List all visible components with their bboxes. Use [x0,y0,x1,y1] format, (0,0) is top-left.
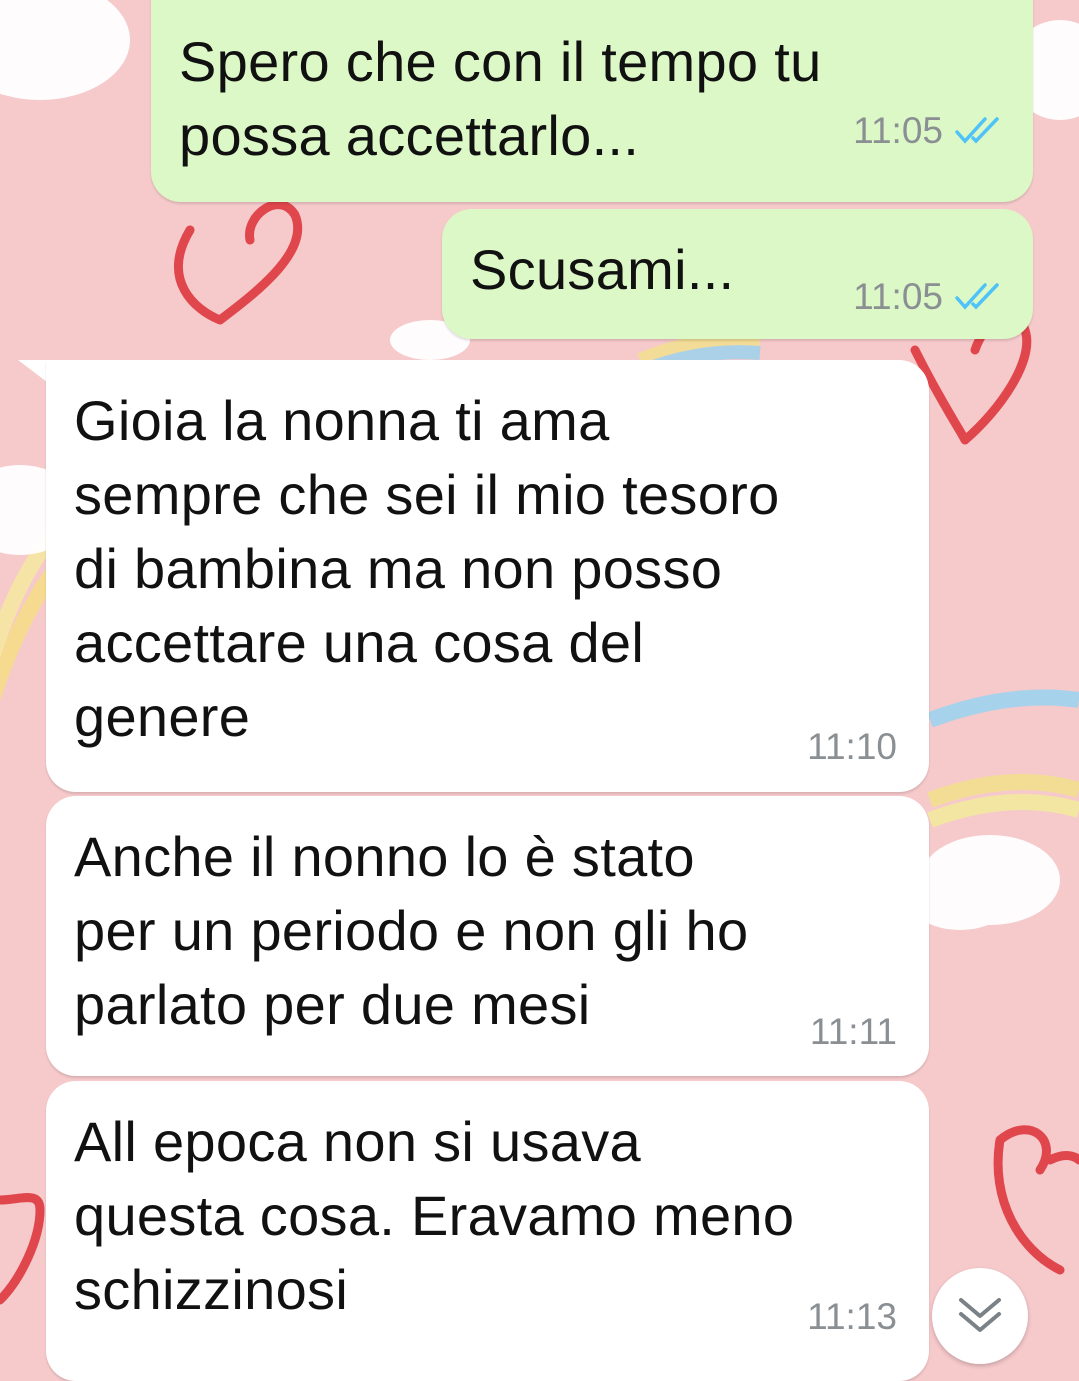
message-bubble-outgoing[interactable]: Spero che con il tempo tu possa accettar… [151,0,1033,202]
message-bubble-outgoing[interactable]: Scusami... 11:05 [442,209,1033,339]
scroll-to-bottom-button[interactable] [932,1268,1028,1364]
double-chevron-down-icon [959,1298,1001,1332]
message-text: Spero che con il tempo tu possa accettar… [179,30,822,167]
message-bubble-incoming[interactable]: Gioia la nonna ti ama sempre che sei il … [46,360,929,792]
message-bubble-incoming[interactable]: Anche il nonno lo è stato per un periodo… [46,796,929,1076]
message-time: 11:10 [807,726,897,767]
message-time: 11:05 [853,110,943,151]
message-meta: 11:05 [853,110,1005,152]
message-text: Anche il nonno lo è stato per un periodo… [74,825,749,1036]
message-text: All epoca non si usava questa cosa. Erav… [74,1110,795,1321]
message-meta: 11:13 [807,1296,897,1338]
message-meta: 11:05 [853,276,1005,318]
double-check-read-icon [955,117,999,144]
message-bubble-incoming[interactable]: All epoca non si usava questa cosa. Erav… [46,1081,929,1381]
message-meta: 11:11 [810,1011,897,1053]
message-meta: 11:10 [807,726,897,768]
message-time: 11:13 [807,1296,897,1337]
double-check-read-icon [955,283,999,310]
message-time: 11:11 [809,1011,897,1052]
message-text: Scusami... [470,238,735,301]
message-time: 11:05 [853,276,943,317]
message-text: Gioia la nonna ti ama sempre che sei il … [74,389,780,748]
